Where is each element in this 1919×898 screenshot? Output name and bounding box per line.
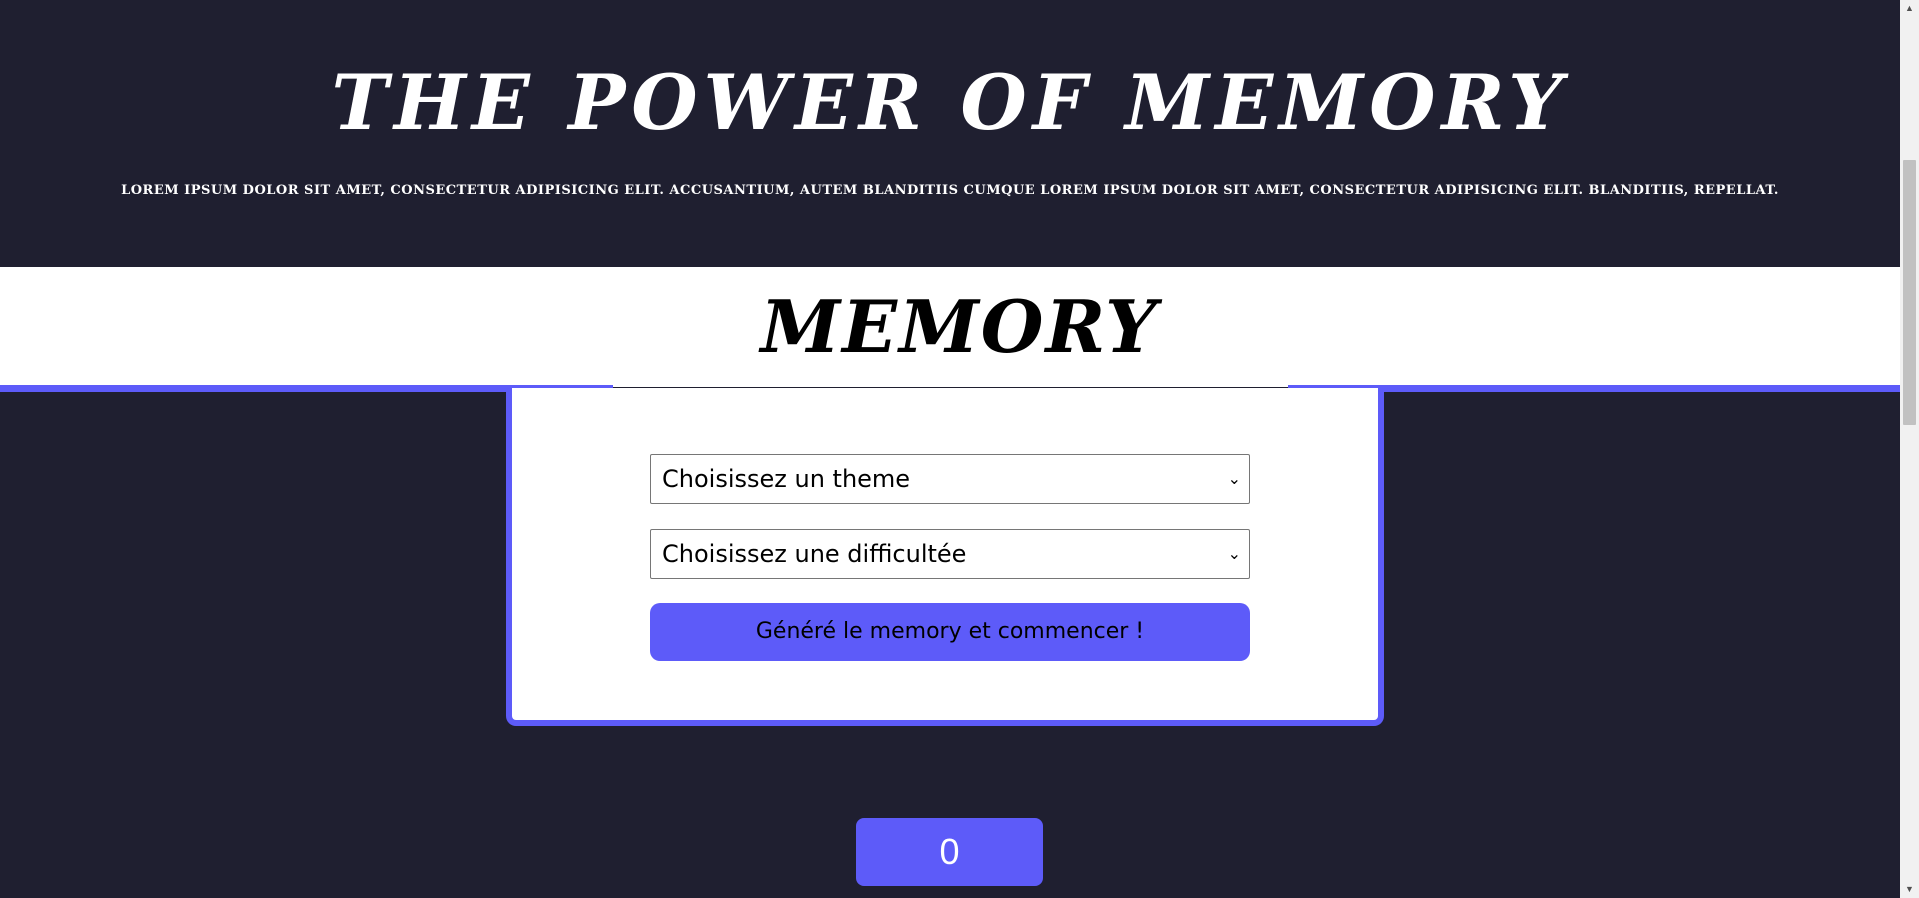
page-subtitle: Lorem ipsum dolor sit amet, consectetur … — [121, 183, 1779, 198]
page: THE POWER OF MEMORY Lorem ipsum dolor si… — [0, 0, 1919, 898]
hero-header: THE POWER OF MEMORY Lorem ipsum dolor si… — [0, 0, 1900, 267]
vertical-scrollbar[interactable]: ▲ ▼ — [1900, 0, 1919, 898]
chevron-down-icon: ⌄ — [1227, 469, 1241, 488]
score-counter: 0 — [856, 818, 1043, 886]
difficulty-select-value: Choisissez une difficultée — [662, 540, 967, 568]
chevron-down-icon: ⌄ — [1227, 544, 1241, 563]
page-title: THE POWER OF MEMORY — [331, 58, 1569, 147]
scroll-up-arrow-icon[interactable]: ▲ — [1900, 0, 1919, 17]
difficulty-select[interactable]: Choisissez une difficultée ⌄ — [650, 529, 1250, 579]
scroll-down-arrow-icon[interactable]: ▼ — [1900, 881, 1919, 898]
theme-select[interactable]: Choisissez un theme ⌄ — [650, 454, 1250, 504]
generate-memory-button[interactable]: Généré le memory et commencer ! — [650, 603, 1250, 661]
theme-select-value: Choisissez un theme — [662, 465, 911, 493]
section-title: MEMORY — [760, 284, 1159, 369]
scrollbar-thumb[interactable] — [1903, 160, 1916, 425]
